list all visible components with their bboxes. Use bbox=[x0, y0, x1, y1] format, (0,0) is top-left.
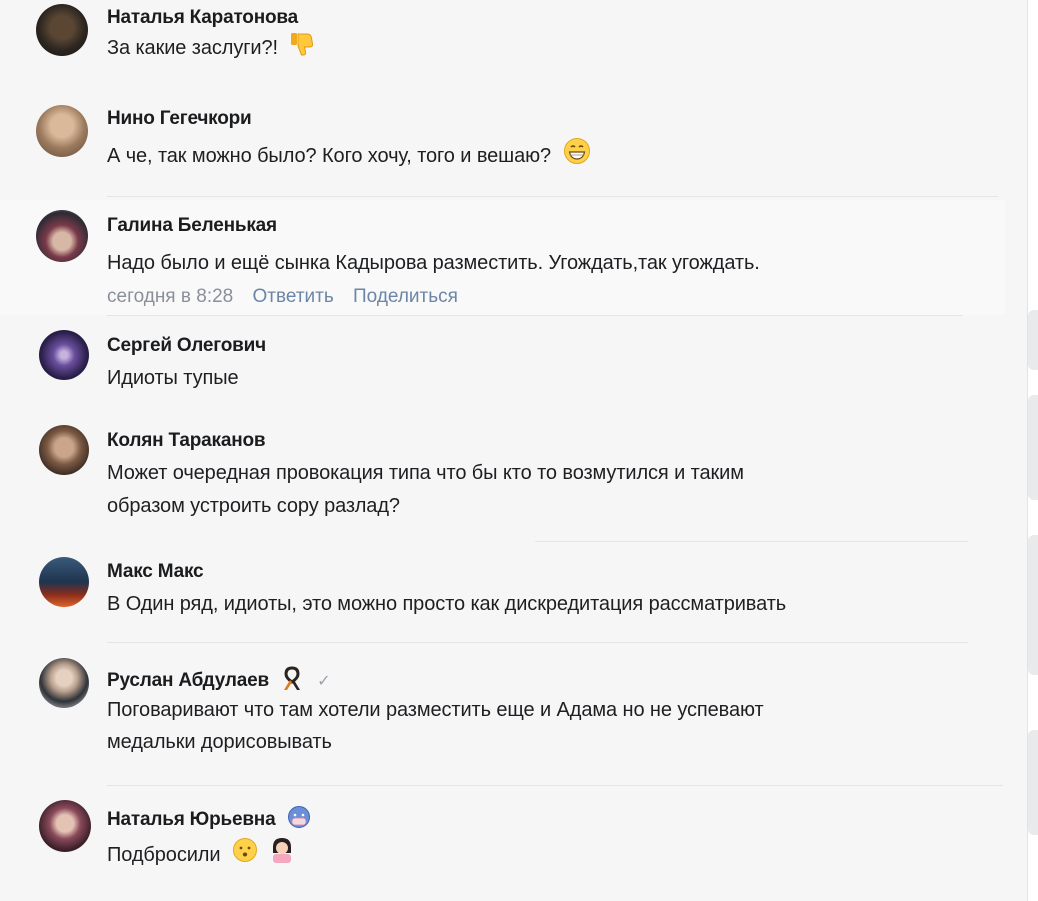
comment-text: В Один ряд, идиоты, это можно просто как… bbox=[107, 593, 787, 615]
divider bbox=[535, 541, 968, 542]
avatar[interactable] bbox=[36, 4, 88, 56]
reply-link[interactable]: Ответить bbox=[253, 286, 334, 307]
side-card-edge bbox=[1028, 310, 1038, 370]
masked-face-icon bbox=[287, 805, 311, 835]
avatar[interactable] bbox=[36, 105, 88, 157]
avatar[interactable] bbox=[39, 800, 91, 852]
comment-item: Сергей Олегович Идиоты тупые bbox=[0, 318, 1005, 403]
avatar[interactable] bbox=[39, 557, 89, 607]
comment-author[interactable]: Наталья Каратонова bbox=[107, 7, 298, 29]
comment-item: Наталья Юрьевна Подбросили bbox=[0, 790, 1005, 901]
thumbs-down-icon bbox=[289, 30, 315, 67]
divider bbox=[107, 642, 968, 643]
grinning-face-icon bbox=[563, 137, 591, 176]
comment-item: Руслан Абдулаев ✓ Поговаривают что там х… bbox=[0, 645, 1005, 785]
author-name[interactable]: Наталья Юрьевна bbox=[107, 809, 276, 830]
divider bbox=[107, 785, 1003, 786]
st-george-ribbon-icon bbox=[280, 665, 304, 697]
comment-text: Идиоты тупые bbox=[107, 367, 239, 389]
comment-item: Макс Макс В Один ряд, идиоты, это можно … bbox=[0, 545, 1005, 640]
comment-item: Галина Беленькая Надо было и ещё сынка К… bbox=[0, 200, 1005, 315]
author-name[interactable]: Руслан Абдулаев bbox=[107, 670, 269, 691]
hushed-face-icon bbox=[232, 837, 258, 874]
divider bbox=[107, 315, 963, 316]
comment-meta: сегодня в 8:28 Ответить Поделиться bbox=[107, 286, 458, 308]
comment-text: Может очередная провокация типа что бы к… bbox=[107, 462, 744, 484]
avatar[interactable] bbox=[39, 330, 89, 380]
comment-author[interactable]: Руслан Абдулаев ✓ bbox=[107, 665, 331, 697]
comment-author[interactable]: Галина Беленькая bbox=[107, 215, 277, 237]
comment-text: А че, так можно было? Кого хочу, того и … bbox=[107, 137, 591, 176]
comment-text: Поговаривают что там хотели разместить е… bbox=[107, 699, 764, 721]
share-link[interactable]: Поделиться bbox=[353, 286, 458, 307]
comment-text: Подбросили bbox=[107, 836, 295, 875]
comment-text: За какие заслуги?! bbox=[107, 30, 315, 67]
divider bbox=[107, 196, 998, 197]
side-card-edge bbox=[1028, 535, 1038, 675]
comment-author[interactable]: Нино Гегечкори bbox=[107, 108, 252, 130]
comment-item: Колян Тараканов Может очередная провокац… bbox=[0, 410, 1005, 540]
comment-author[interactable]: Наталья Юрьевна bbox=[107, 805, 311, 835]
checkmark-icon: ✓ bbox=[317, 673, 331, 690]
comment-author[interactable]: Макс Макс bbox=[107, 561, 204, 583]
side-card-edge bbox=[1028, 730, 1038, 835]
comment-line: За какие заслуги?! bbox=[107, 36, 278, 59]
comment-text: медальки дорисовывать bbox=[107, 731, 332, 753]
comment-item: Наталья Каратонова За какие заслуги?! bbox=[0, 0, 1005, 90]
comment-timestamp: сегодня в 8:28 bbox=[107, 286, 234, 307]
side-card-edge bbox=[1028, 395, 1038, 500]
comment-line: А че, так можно было? Кого хочу, того и … bbox=[107, 144, 552, 167]
comment-line: Подбросили bbox=[107, 843, 221, 866]
comment-text: образом устроить сору разлад? bbox=[107, 495, 400, 517]
comment-text: Надо было и ещё сынка Кадырова разместит… bbox=[107, 252, 760, 274]
avatar[interactable] bbox=[39, 425, 89, 475]
avatar[interactable] bbox=[39, 658, 89, 708]
person-gesture-icon bbox=[269, 836, 295, 875]
comment-author[interactable]: Колян Тараканов bbox=[107, 430, 266, 452]
avatar[interactable] bbox=[36, 210, 88, 262]
comment-author[interactable]: Сергей Олегович bbox=[107, 335, 266, 357]
comment-item: Нино Гегечкори А че, так можно было? Ког… bbox=[0, 95, 1005, 195]
